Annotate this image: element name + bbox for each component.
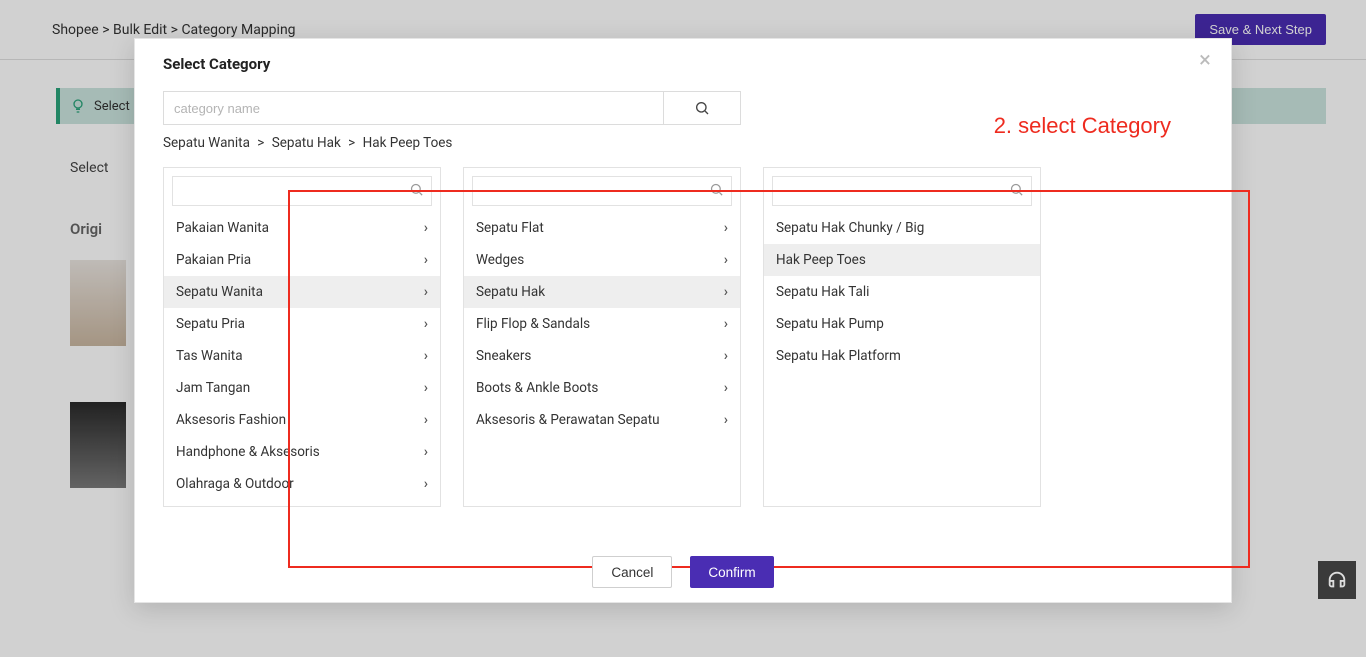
chevron-right-icon: › bbox=[424, 316, 428, 332]
chevron-right-icon: › bbox=[424, 220, 428, 236]
category-item[interactable]: Sepatu Hak Tali bbox=[764, 276, 1040, 308]
category-item-label: Pakaian Pria bbox=[176, 252, 251, 268]
category-item[interactable]: Flip Flop & Sandals › bbox=[464, 308, 740, 340]
category-item-label: Tas Wanita bbox=[176, 348, 243, 364]
category-columns: Pakaian Wanita›Pakaian Pria›Sepatu Wanit… bbox=[163, 167, 1203, 507]
modal-title: Select Category bbox=[163, 55, 1203, 73]
path-sep: > bbox=[348, 135, 355, 151]
chevron-right-icon: › bbox=[724, 412, 728, 428]
chevron-right-icon: › bbox=[424, 476, 428, 492]
path-sep: > bbox=[257, 135, 264, 151]
category-item-label: Hak Peep Toes bbox=[776, 252, 866, 268]
category-item[interactable]: Pakaian Pria › bbox=[164, 244, 440, 276]
category-column-3: Sepatu Hak Chunky / Big Hak Peep Toes Sepa… bbox=[763, 167, 1041, 507]
category-item-label: Sepatu Wanita bbox=[176, 284, 263, 300]
category-item[interactable]: Olahraga & Outdoor › bbox=[164, 468, 440, 500]
chevron-right-icon: › bbox=[724, 220, 728, 236]
category-item-label: Aksesoris & Perawatan Sepatu bbox=[476, 412, 660, 428]
category-item[interactable]: Sepatu Hak Pump bbox=[764, 308, 1040, 340]
path-part-1: Sepatu Wanita bbox=[163, 135, 250, 151]
category-item[interactable]: Aksesoris & Perawatan Sepatu › bbox=[464, 404, 740, 436]
path-part-2: Sepatu Hak bbox=[272, 135, 341, 151]
category-item[interactable]: Handphone & Aksesoris › bbox=[164, 436, 440, 468]
category-list[interactable]: Sepatu Flat›Wedges›Sepatu Hak›Flip Flop … bbox=[464, 212, 740, 506]
category-item-label: Sepatu Hak Tali bbox=[776, 284, 869, 300]
chevron-right-icon: › bbox=[424, 348, 428, 364]
category-item[interactable]: Sepatu Hak Chunky / Big bbox=[764, 212, 1040, 244]
chevron-right-icon: › bbox=[424, 444, 428, 460]
annotation-label: 2. select Category bbox=[994, 113, 1171, 139]
category-list[interactable]: Pakaian Wanita›Pakaian Pria›Sepatu Wanit… bbox=[164, 212, 440, 506]
select-category-modal: Select Category × Sepatu Wanita > Sepatu… bbox=[134, 38, 1232, 603]
category-item[interactable]: Sepatu Pria › bbox=[164, 308, 440, 340]
category-item[interactable]: Sepatu Wanita › bbox=[164, 276, 440, 308]
column-search-input[interactable] bbox=[472, 176, 732, 206]
category-item-label: Flip Flop & Sandals bbox=[476, 316, 590, 332]
modal-footer: Cancel Confirm bbox=[135, 556, 1231, 588]
category-item[interactable]: Sepatu Hak Platform bbox=[764, 340, 1040, 372]
chevron-right-icon: › bbox=[424, 380, 428, 396]
category-item[interactable]: Aksesoris Fashion › bbox=[164, 404, 440, 436]
column-search-input[interactable] bbox=[772, 176, 1032, 206]
chevron-right-icon: › bbox=[724, 252, 728, 268]
column-search-input[interactable] bbox=[172, 176, 432, 206]
search-icon bbox=[694, 100, 710, 116]
search-icon bbox=[709, 182, 724, 197]
category-item[interactable]: Sepatu Hak › bbox=[464, 276, 740, 308]
category-search-button[interactable] bbox=[663, 91, 741, 125]
confirm-button[interactable]: Confirm bbox=[690, 556, 773, 588]
category-item[interactable]: Sepatu Flat › bbox=[464, 212, 740, 244]
category-item[interactable]: Hak Peep Toes bbox=[764, 244, 1040, 276]
category-column-2: Sepatu Flat›Wedges›Sepatu Hak›Flip Flop … bbox=[463, 167, 741, 507]
category-item-label: Sepatu Hak Pump bbox=[776, 316, 884, 332]
category-item-label: Handphone & Aksesoris bbox=[176, 444, 320, 460]
chevron-right-icon: › bbox=[724, 284, 728, 300]
chevron-right-icon: › bbox=[724, 316, 728, 332]
chevron-right-icon: › bbox=[424, 284, 428, 300]
category-item[interactable]: Sneakers › bbox=[464, 340, 740, 372]
cancel-button[interactable]: Cancel bbox=[592, 556, 672, 588]
category-item[interactable]: Hobi & Koleksi› bbox=[164, 500, 440, 506]
category-item-label: Sepatu Pria bbox=[176, 316, 245, 332]
search-icon bbox=[1009, 182, 1024, 197]
category-item[interactable]: Wedges › bbox=[464, 244, 740, 276]
category-item-label: Olahraga & Outdoor bbox=[176, 476, 294, 492]
category-item[interactable]: Tas Wanita › bbox=[164, 340, 440, 372]
chevron-right-icon: › bbox=[424, 412, 428, 428]
category-item-label: Jam Tangan bbox=[176, 380, 250, 396]
category-item-label: Pakaian Wanita bbox=[176, 220, 269, 236]
chevron-right-icon: › bbox=[424, 252, 428, 268]
category-search-input[interactable] bbox=[163, 91, 663, 125]
search-icon bbox=[409, 182, 424, 197]
category-column-1: Pakaian Wanita›Pakaian Pria›Sepatu Wanit… bbox=[163, 167, 441, 507]
category-item-label: Wedges bbox=[476, 252, 524, 268]
category-item-label: Sepatu Flat bbox=[476, 220, 544, 236]
chat-widget[interactable] bbox=[1318, 561, 1356, 599]
category-item-label: Sepatu Hak bbox=[476, 284, 545, 300]
chevron-right-icon: › bbox=[724, 380, 728, 396]
category-item[interactable]: Boots & Ankle Boots › bbox=[464, 372, 740, 404]
close-icon[interactable]: × bbox=[1193, 49, 1217, 73]
path-part-3: Hak Peep Toes bbox=[363, 135, 453, 151]
category-item-label: Sneakers bbox=[476, 348, 531, 364]
category-item-label: Sepatu Hak Chunky / Big bbox=[776, 220, 924, 236]
category-item-label: Aksesoris Fashion bbox=[176, 412, 286, 428]
category-item[interactable]: Jam Tangan › bbox=[164, 372, 440, 404]
category-item-label: Sepatu Hak Platform bbox=[776, 348, 901, 364]
chevron-right-icon: › bbox=[724, 348, 728, 364]
headset-icon bbox=[1326, 569, 1348, 591]
category-item[interactable]: Pakaian Wanita › bbox=[164, 212, 440, 244]
category-list[interactable]: Sepatu Hak Chunky / Big Hak Peep Toes Sepa… bbox=[764, 212, 1040, 506]
category-item-label: Boots & Ankle Boots bbox=[476, 380, 598, 396]
